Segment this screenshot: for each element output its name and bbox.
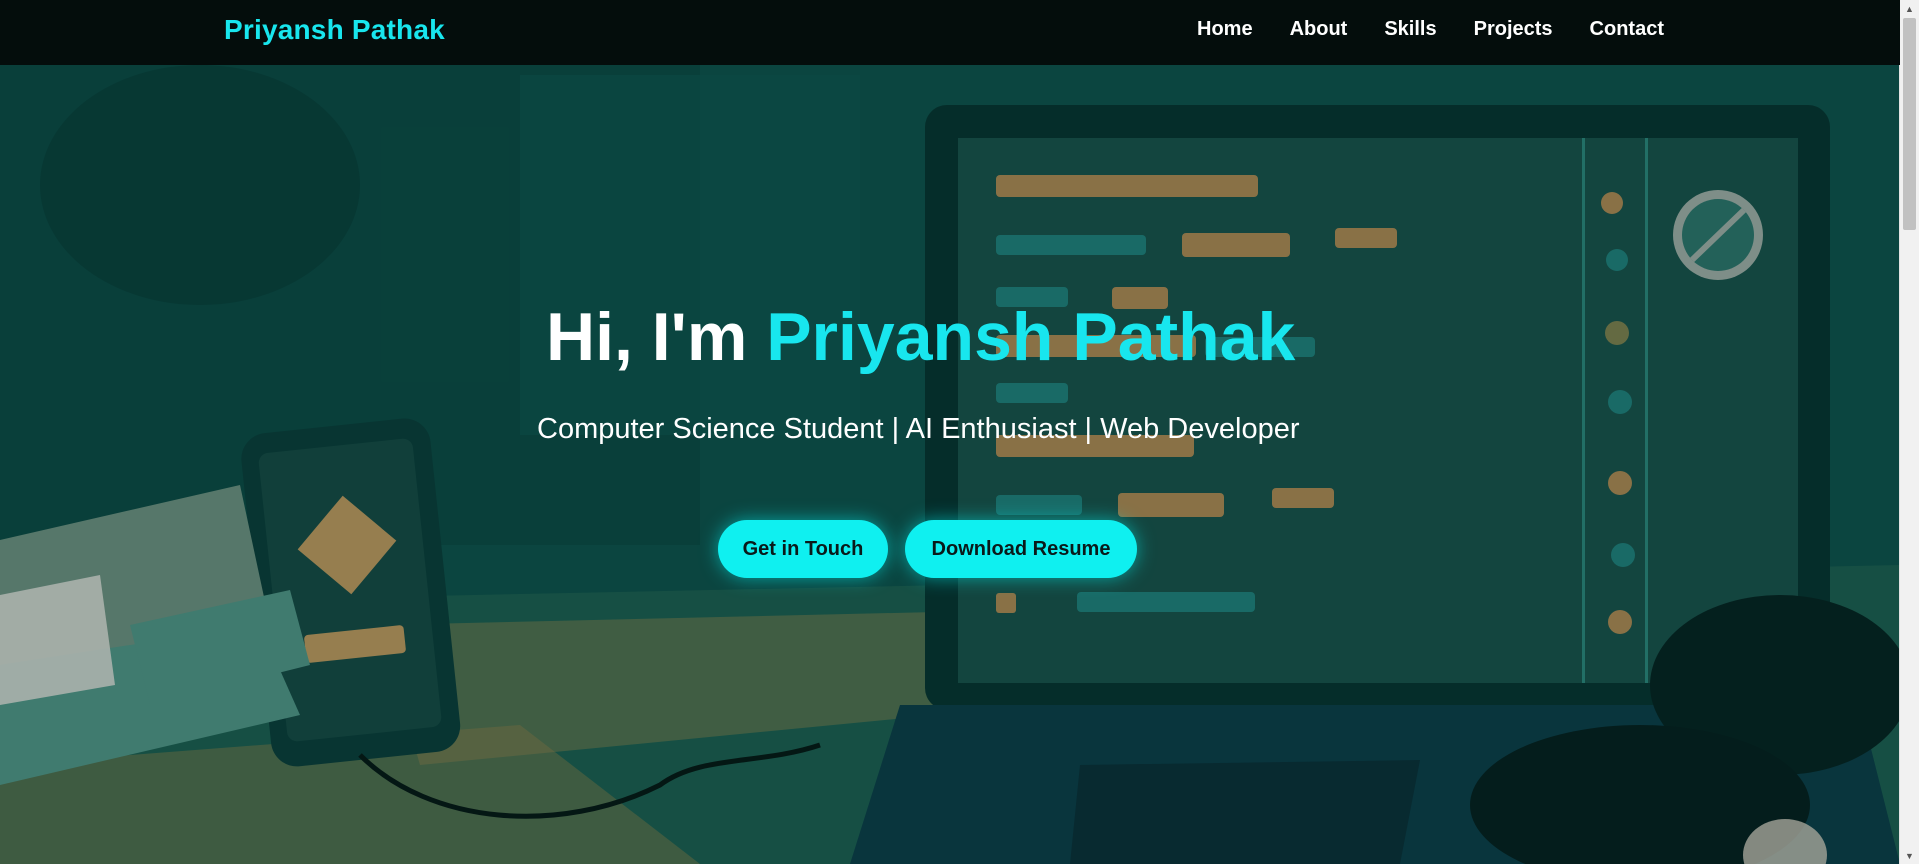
hero-overlay <box>0 65 1900 864</box>
nav-link-home[interactable]: Home <box>1197 18 1253 41</box>
page-scrollbar[interactable]: ▲ ▼ <box>1899 0 1919 864</box>
scrollbar-thumb[interactable] <box>1903 18 1916 230</box>
nav-link-projects[interactable]: Projects <box>1474 18 1553 41</box>
hero-section <box>0 65 1900 864</box>
navbar: Priyansh Pathak Home About Skills Projec… <box>0 0 1900 65</box>
hero-heading: Hi, I'm Priyansh Pathak <box>546 298 1295 376</box>
nav-link-skills[interactable]: Skills <box>1384 18 1436 41</box>
get-in-touch-button[interactable]: Get in Touch <box>718 520 888 578</box>
nav-menu: Home About Skills Projects Contact <box>1197 18 1664 41</box>
hero-greeting: Hi, I'm <box>546 299 767 375</box>
hero-name: Priyansh Pathak <box>766 299 1296 375</box>
scroll-down-icon[interactable]: ▼ <box>1900 847 1919 864</box>
nav-link-contact[interactable]: Contact <box>1590 18 1664 41</box>
brand-logo[interactable]: Priyansh Pathak <box>224 14 445 46</box>
download-resume-button[interactable]: Download Resume <box>905 520 1137 578</box>
scroll-up-icon[interactable]: ▲ <box>1900 0 1919 17</box>
nav-link-about[interactable]: About <box>1290 18 1348 41</box>
hero-tagline: Computer Science Student | AI Enthusiast… <box>537 413 1300 445</box>
